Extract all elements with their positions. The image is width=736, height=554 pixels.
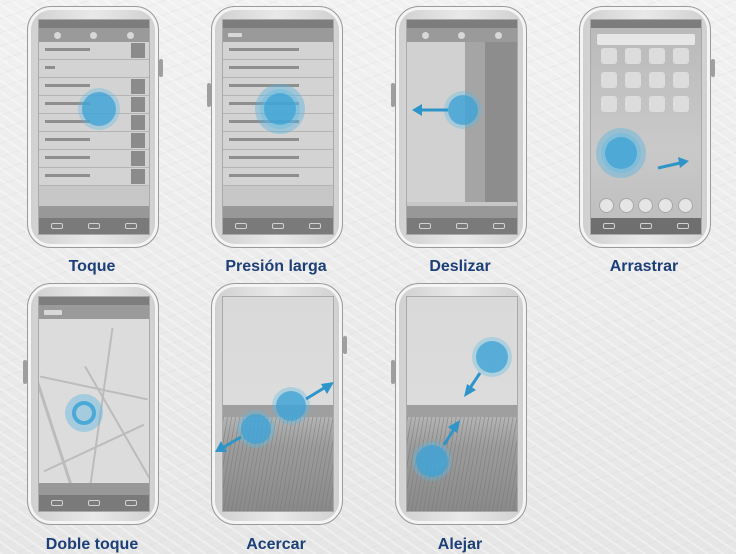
gesture-label: Deslizar (429, 258, 491, 275)
pinch-out-arrows (215, 382, 334, 452)
gesture-card-zoom-in: Acercar (184, 277, 368, 554)
gesture-label: Presión larga (225, 258, 327, 275)
touch-point (264, 93, 296, 125)
gesture-card-drag: Arrastrar (552, 0, 736, 277)
gesture-label: Doble toque (45, 536, 139, 553)
phone-illustration (27, 6, 163, 248)
pinch-in-arrows (442, 372, 482, 446)
swipe-left-arrow (412, 104, 448, 116)
phone-screen (38, 19, 150, 235)
double-tap-inner-ring (72, 401, 96, 425)
drag-right-arrow (657, 157, 689, 170)
gesture-card-double-tap: Doble toque (0, 277, 184, 554)
gesture-label: Acercar (246, 536, 306, 553)
gesture-label: Toque (68, 258, 116, 275)
gesture-card-long-press: Presión larga (184, 0, 368, 277)
gesture-label: Arrastrar (609, 258, 679, 275)
gesture-card-zoom-out: Alejar (368, 277, 552, 554)
gesture-card-swipe: Deslizar (368, 0, 552, 277)
touch-point (82, 92, 116, 126)
gesture-card-tap: Toque (0, 0, 184, 277)
gesture-label: Alejar (437, 536, 483, 553)
